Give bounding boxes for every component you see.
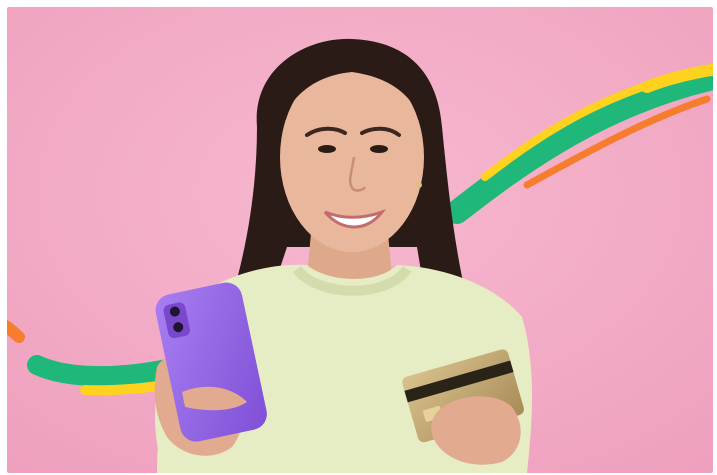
earring <box>416 182 422 188</box>
photo-illustration <box>7 7 713 473</box>
left-eye <box>318 145 336 153</box>
photo-frame <box>7 7 713 473</box>
right-eye <box>370 145 388 153</box>
